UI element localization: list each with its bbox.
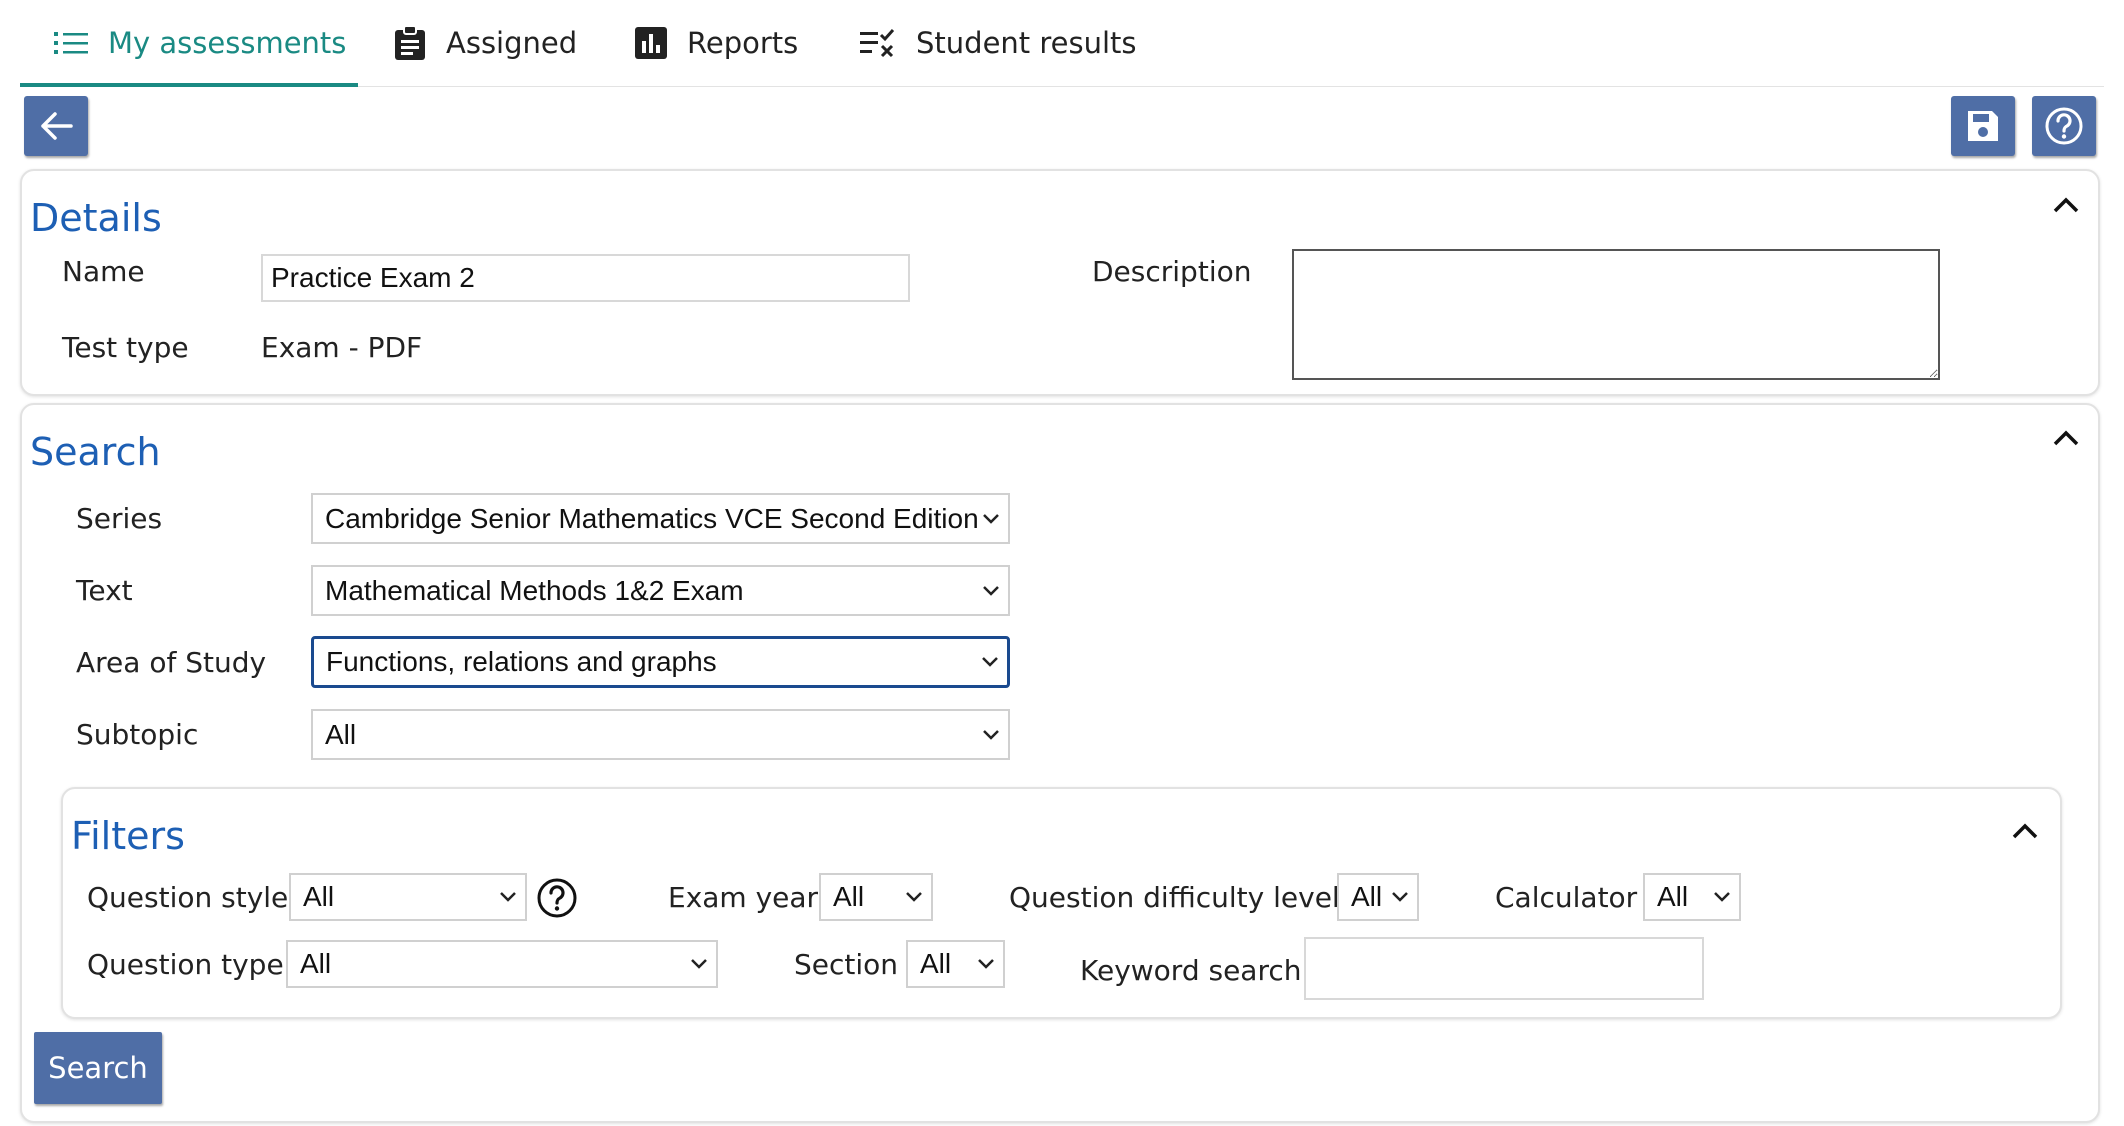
tab-label: Assigned bbox=[446, 26, 578, 60]
section-label: Section bbox=[794, 948, 899, 981]
exam-year-label: Exam year bbox=[668, 881, 819, 914]
tab-label: Reports bbox=[687, 26, 799, 60]
chevron-up-icon[interactable] bbox=[2011, 822, 2039, 840]
chevron-down-icon bbox=[982, 657, 998, 667]
search-button[interactable]: Search bbox=[34, 1032, 162, 1104]
tab-label: Student results bbox=[916, 26, 1137, 60]
name-label: Name bbox=[62, 255, 145, 288]
tab-assigned[interactable]: Assigned bbox=[394, 0, 577, 86]
tab-bar: My assessments Assigned Reports Student … bbox=[20, 0, 2104, 87]
keyword-search-label: Keyword search bbox=[1080, 954, 1302, 987]
question-style-select[interactable]: All bbox=[289, 873, 527, 921]
subtopic-select[interactable]: All bbox=[311, 709, 1010, 760]
description-textarea[interactable] bbox=[1292, 249, 1940, 380]
area-of-study-select[interactable]: Functions, relations and graphs bbox=[311, 636, 1010, 688]
question-type-label: Question type bbox=[87, 948, 284, 981]
bar-chart-icon bbox=[635, 27, 667, 59]
calculator-select[interactable]: All bbox=[1643, 873, 1741, 921]
test-type-value: Exam - PDF bbox=[261, 331, 423, 364]
tab-label: My assessments bbox=[108, 26, 347, 60]
area-of-study-label: Area of Study bbox=[76, 646, 267, 679]
clipboard-icon bbox=[395, 26, 425, 60]
tab-student-results[interactable]: Student results bbox=[860, 0, 1137, 86]
chevron-down-icon bbox=[1714, 892, 1730, 902]
help-icon bbox=[2045, 107, 2083, 145]
chevron-down-icon bbox=[500, 892, 516, 902]
calculator-label: Calculator bbox=[1495, 881, 1638, 914]
difficulty-label: Question difficulty level bbox=[1009, 881, 1340, 914]
series-label: Series bbox=[76, 502, 163, 535]
chevron-down-icon bbox=[983, 585, 999, 596]
area-of-study-selected-value: Functions, relations and graphs bbox=[326, 646, 717, 677]
search-title: Search bbox=[30, 430, 161, 474]
chevron-down-icon bbox=[978, 959, 994, 969]
question-type-selected-value: All bbox=[300, 948, 332, 979]
checklist-icon bbox=[860, 29, 895, 58]
subtopic-label: Subtopic bbox=[76, 718, 199, 751]
help-button[interactable] bbox=[2032, 96, 2096, 156]
series-selected-value: Cambridge Senior Mathematics VCE Second … bbox=[325, 502, 979, 534]
question-style-label: Question style bbox=[87, 881, 289, 914]
section-selected-value: All bbox=[920, 948, 952, 979]
chevron-down-icon bbox=[983, 513, 999, 524]
test-type-label: Test type bbox=[62, 331, 189, 364]
text-label: Text bbox=[76, 574, 133, 607]
tab-my-assessments[interactable]: My assessments bbox=[54, 0, 346, 86]
save-icon bbox=[1968, 111, 1998, 141]
chevron-down-icon bbox=[983, 729, 999, 740]
chevron-down-icon bbox=[906, 892, 922, 902]
save-button[interactable] bbox=[1951, 96, 2015, 156]
subtopic-selected-value: All bbox=[325, 718, 357, 750]
series-select[interactable]: Cambridge Senior Mathematics VCE Second … bbox=[311, 493, 1010, 544]
calculator-selected-value: All bbox=[1657, 881, 1689, 912]
tab-reports[interactable]: Reports bbox=[635, 0, 798, 86]
back-arrow-icon bbox=[41, 112, 73, 140]
question-style-help-icon[interactable] bbox=[536, 877, 578, 919]
back-button[interactable] bbox=[24, 96, 88, 156]
difficulty-selected-value: All bbox=[1351, 881, 1383, 912]
question-style-selected-value: All bbox=[303, 881, 335, 912]
filters-title: Filters bbox=[71, 814, 185, 858]
section-select[interactable]: All bbox=[906, 940, 1005, 988]
name-input[interactable] bbox=[261, 254, 910, 302]
keyword-search-input[interactable] bbox=[1304, 937, 1704, 1000]
difficulty-select[interactable]: All bbox=[1337, 873, 1419, 921]
details-title: Details bbox=[30, 196, 162, 240]
question-type-select[interactable]: All bbox=[286, 940, 718, 988]
text-select[interactable]: Mathematical Methods 1&2 Exam bbox=[311, 565, 1010, 616]
list-icon bbox=[54, 32, 88, 54]
chevron-up-icon[interactable] bbox=[2052, 429, 2080, 447]
exam-year-selected-value: All bbox=[833, 881, 865, 912]
active-tab-indicator bbox=[20, 83, 358, 87]
chevron-down-icon bbox=[1392, 892, 1408, 902]
text-selected-value: Mathematical Methods 1&2 Exam bbox=[325, 574, 744, 606]
chevron-up-icon[interactable] bbox=[2052, 196, 2080, 214]
description-label: Description bbox=[1092, 255, 1252, 288]
exam-year-select[interactable]: All bbox=[819, 873, 933, 921]
chevron-down-icon bbox=[691, 959, 707, 969]
